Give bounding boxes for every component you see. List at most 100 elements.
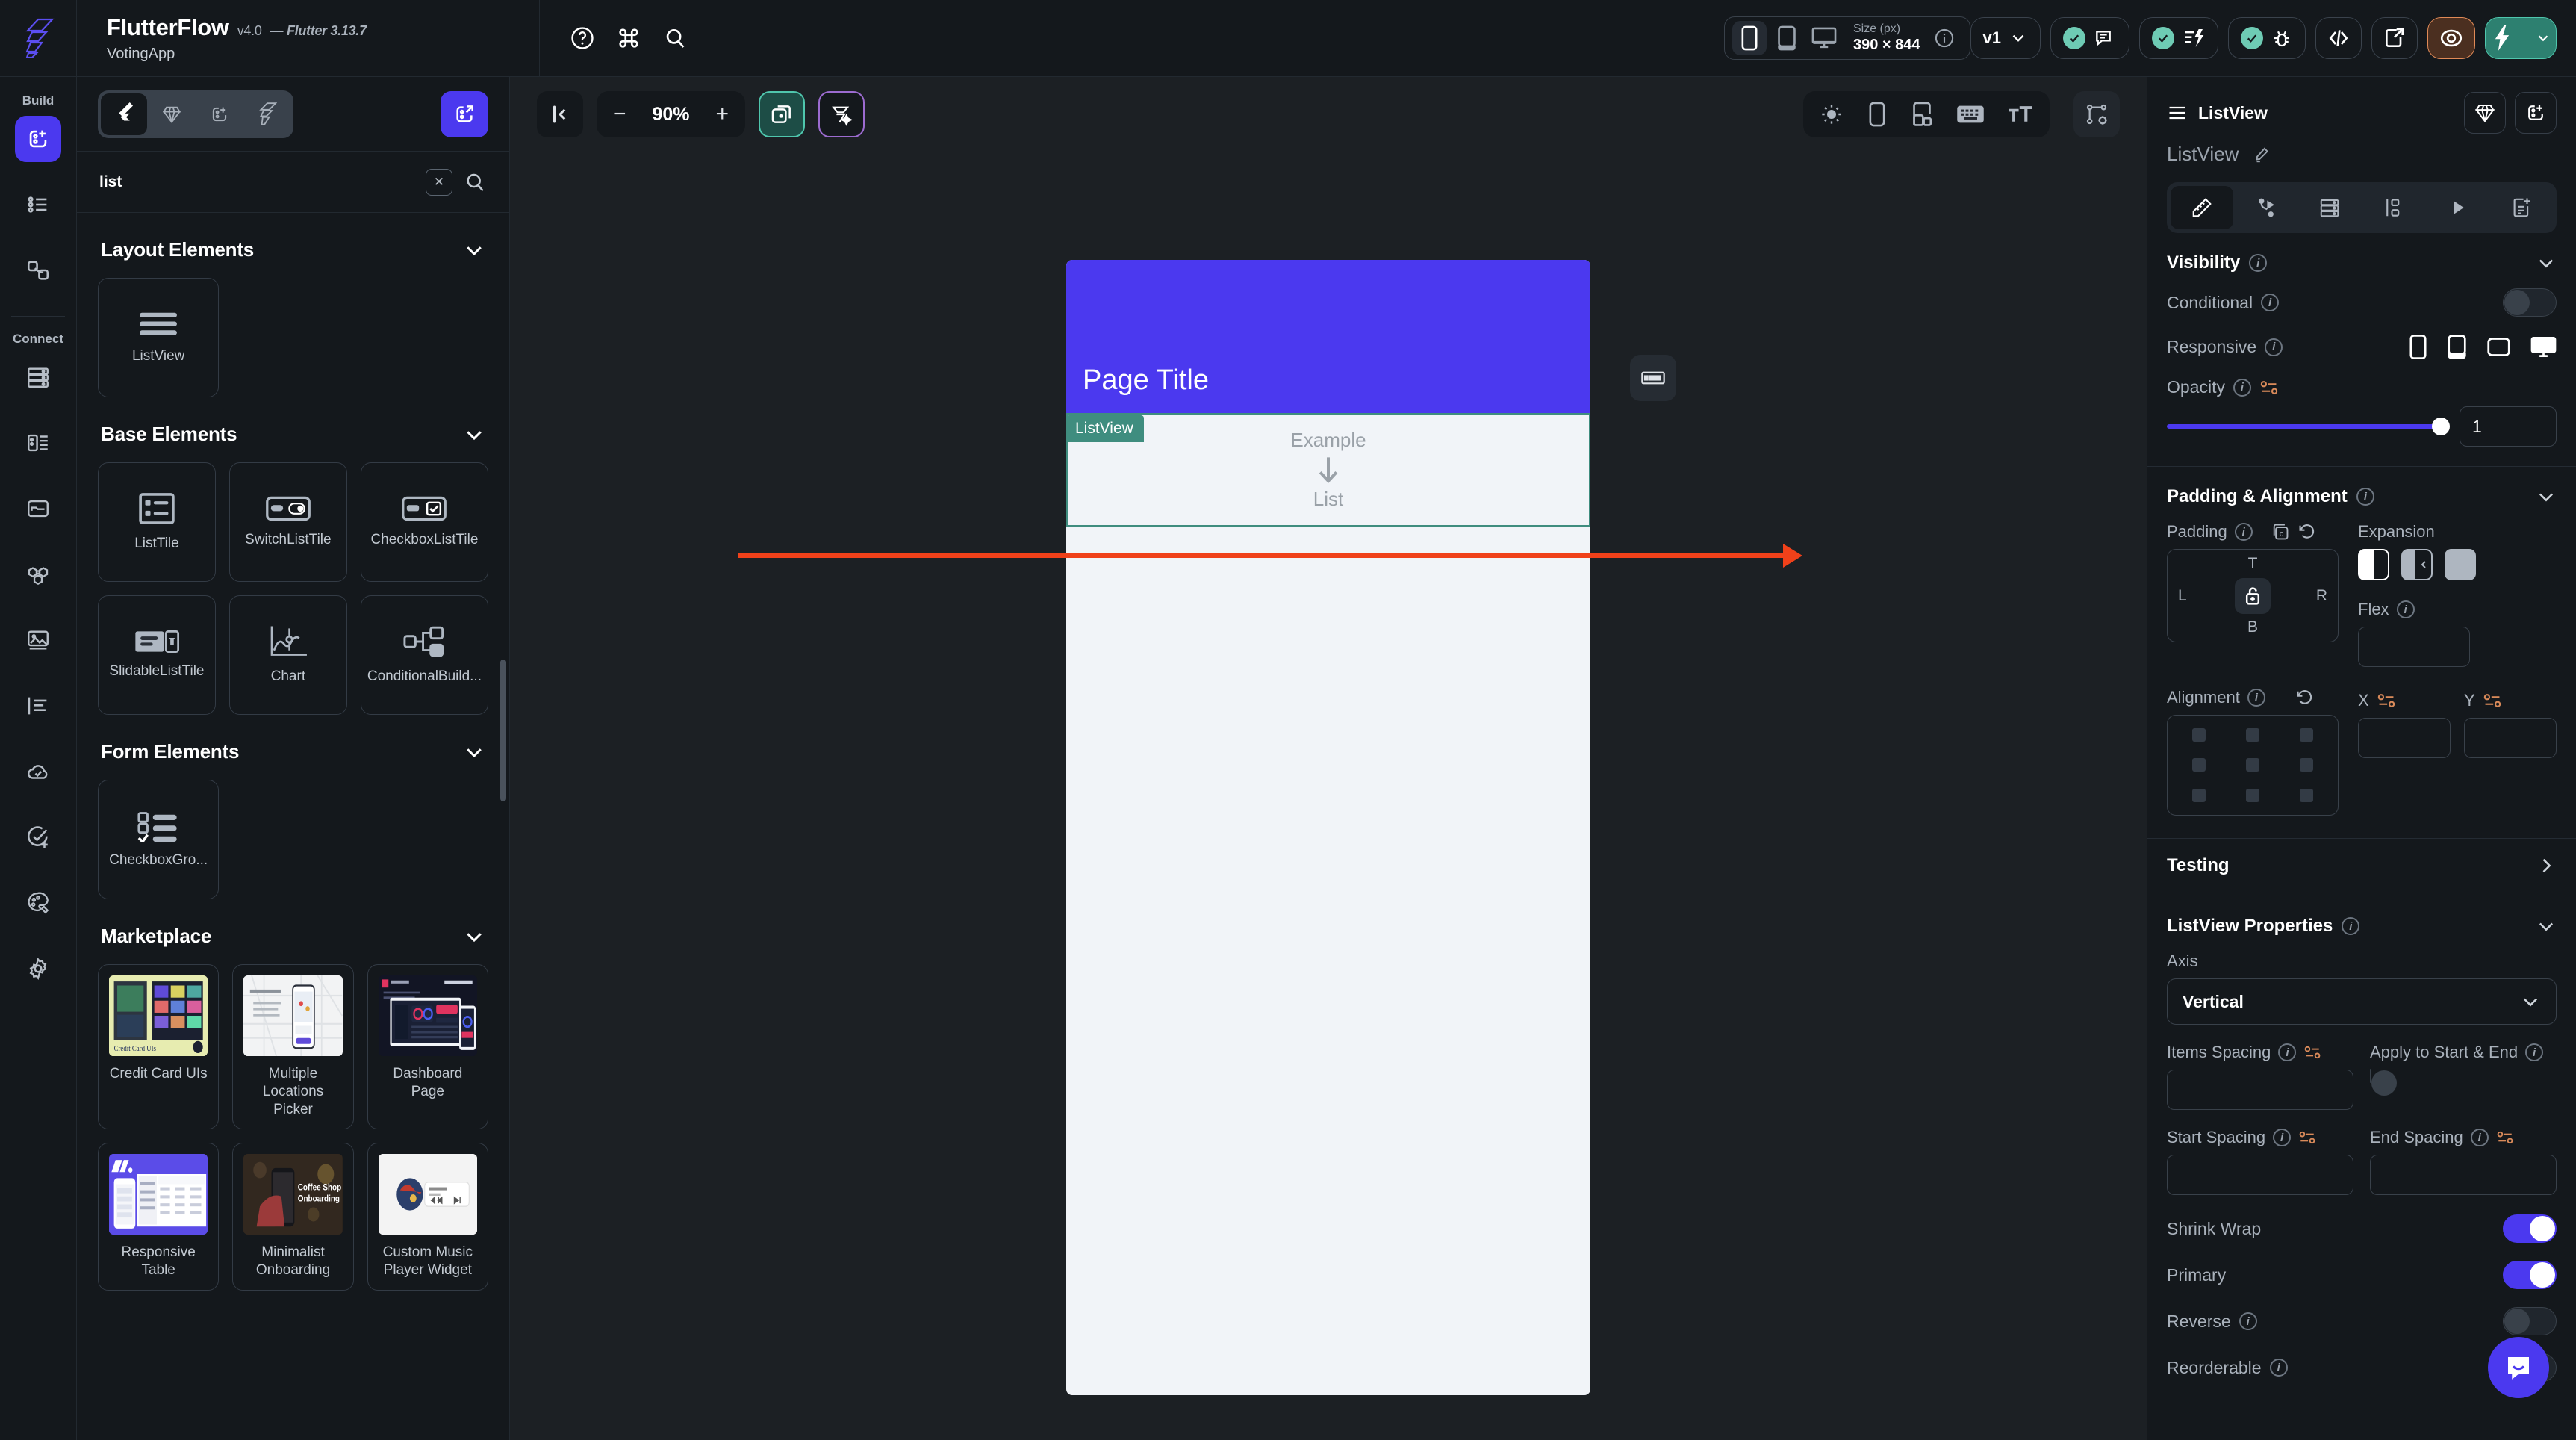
tab-properties[interactable] [2171, 186, 2233, 229]
responsive-desktop-icon[interactable] [2530, 335, 2557, 359]
widget-card-switchlisttile[interactable]: SwitchListTile [228, 462, 347, 582]
phone-icon[interactable] [1867, 102, 1887, 127]
add-child-widget-button[interactable] [2515, 92, 2557, 134]
align-cell[interactable] [2300, 728, 2313, 742]
expansion-expanded-button[interactable] [2445, 549, 2476, 580]
padding-bottom-label[interactable]: B [2247, 618, 2258, 636]
widget-card-slidablelisttile[interactable]: SlidableListTile [98, 595, 216, 715]
padding-right-label[interactable]: R [2316, 587, 2327, 605]
info-icon[interactable]: i [2278, 1043, 2297, 1061]
debug-button[interactable] [2228, 17, 2306, 59]
hamburger-icon[interactable] [2167, 102, 2188, 123]
sidebar-item-navigation[interactable] [15, 247, 61, 294]
widget-source-segments[interactable] [98, 90, 293, 138]
chevron-down-icon[interactable] [463, 423, 485, 446]
variable-binding-icon[interactable] [2298, 1130, 2316, 1145]
widget-panel-scrollbar[interactable] [500, 660, 506, 801]
add-frame-button[interactable] [759, 91, 806, 137]
info-icon[interactable]: i [2470, 1129, 2489, 1146]
align-y-input[interactable] [2464, 718, 2557, 758]
reset-icon[interactable] [2295, 688, 2315, 707]
sun-icon[interactable] [1820, 102, 1844, 126]
testing-section-header[interactable]: Testing [2167, 855, 2557, 876]
variable-binding-icon[interactable] [2496, 1130, 2514, 1145]
widget-card-checkboxlisttile[interactable]: CheckboxListTile [360, 462, 488, 582]
padding-section-header[interactable]: Padding & Alignment i [2167, 486, 2557, 507]
align-cell[interactable] [2192, 788, 2206, 802]
sidebar-item-widget-tree[interactable] [15, 116, 61, 162]
phone-preview[interactable]: Page Title ListView Example List [1066, 260, 1590, 1395]
split-view-icon[interactable] [1911, 102, 1933, 127]
info-icon[interactable]: i [2525, 1043, 2544, 1061]
chevron-down-icon[interactable] [463, 239, 485, 261]
align-cell[interactable] [2246, 728, 2259, 742]
alignment-grid[interactable] [2167, 715, 2339, 816]
info-icon[interactable]: i [2273, 1129, 2292, 1146]
info-icon[interactable]: i [2396, 600, 2415, 618]
branch-selector[interactable]: v1 [1970, 17, 2041, 59]
convert-to-component-button[interactable] [2464, 92, 2506, 134]
canvas-stage[interactable]: Page Title ListView Example List [510, 152, 2147, 1440]
info-icon[interactable]: i [2261, 294, 2280, 311]
info-icon[interactable]: i [2342, 917, 2360, 935]
variable-binding-icon[interactable] [2483, 692, 2502, 709]
canvas-settings-button[interactable] [2073, 91, 2120, 137]
sidebar-item-theme[interactable] [15, 880, 61, 926]
add-widget-button[interactable] [441, 90, 488, 137]
widget-card-chart[interactable]: Chart [228, 595, 347, 715]
sidebar-item-integrations[interactable] [15, 551, 61, 598]
sidebar-item-content[interactable] [15, 420, 61, 466]
padding-left-label[interactable]: L [2178, 587, 2187, 605]
chevron-down-icon[interactable] [2536, 252, 2557, 273]
align-cell[interactable] [2246, 788, 2259, 802]
device-size-group[interactable]: Size (px) 390 × 844 [1723, 16, 1970, 60]
align-cell[interactable] [2300, 788, 2313, 802]
command-icon[interactable] [616, 25, 641, 51]
info-icon[interactable]: i [2265, 338, 2283, 356]
zoom-in-button[interactable]: + [716, 103, 729, 125]
info-icon[interactable]: i [2269, 1359, 2288, 1377]
shrink-wrap-toggle[interactable] [2503, 1214, 2557, 1243]
segment-flutter[interactable] [101, 93, 147, 135]
align-x-input[interactable] [2358, 718, 2451, 758]
tab-actions[interactable] [2235, 186, 2297, 229]
info-icon[interactable]: i [2234, 523, 2253, 541]
chevron-down-icon[interactable] [2536, 486, 2557, 507]
widget-card-checkboxgroup[interactable]: CheckboxGro... [98, 780, 220, 899]
tab-documentation[interactable] [2490, 186, 2553, 229]
text-size-icon[interactable] [2008, 104, 2033, 125]
size-info-icon[interactable] [1934, 28, 1955, 49]
collapse-left-button[interactable] [537, 91, 583, 137]
marketplace-card[interactable]: Multiple Locations Picker [232, 964, 354, 1130]
info-icon[interactable]: i [2356, 488, 2374, 506]
padding-top-label[interactable]: T [2248, 555, 2258, 573]
code-button[interactable] [2315, 17, 2362, 59]
opacity-value[interactable]: 1 [2460, 406, 2557, 447]
widget-card-listview[interactable]: ListView [98, 278, 220, 397]
performance-button[interactable] [2139, 17, 2218, 59]
chevron-down-icon[interactable] [463, 741, 485, 763]
apply-start-end-toggle[interactable] [2370, 1069, 2397, 1096]
zoom-control[interactable]: − 90% + [597, 91, 746, 137]
widget-search-row[interactable]: ✕ [77, 152, 509, 213]
segment-components[interactable] [149, 93, 195, 135]
reset-icon[interactable] [2297, 522, 2317, 541]
responsive-phone-landscape-icon[interactable] [2447, 335, 2467, 359]
marketplace-card[interactable]: Coffee Shop Onboarding Minimalist Onboar… [232, 1143, 354, 1291]
appbar-toggle-button[interactable] [1630, 355, 1676, 401]
variable-binding-icon[interactable] [2303, 1045, 2321, 1060]
copy-c-icon[interactable]: c [2271, 522, 2290, 541]
sidebar-item-page-list[interactable] [15, 181, 61, 228]
marketplace-card[interactable]: Responsive Table [98, 1143, 220, 1291]
help-circle-icon[interactable] [570, 25, 595, 51]
tab-animations[interactable] [2427, 186, 2489, 229]
ai-assist-button[interactable] [818, 91, 865, 137]
info-icon[interactable]: i [2239, 1312, 2257, 1330]
clear-x-icon[interactable]: ✕ [426, 168, 452, 196]
properties-tab-bar[interactable] [2167, 182, 2557, 233]
chevron-down-icon[interactable] [463, 925, 485, 948]
opacity-slider[interactable] [2167, 418, 2450, 435]
deploy-button[interactable] [2371, 17, 2418, 59]
items-spacing-input[interactable] [2167, 1070, 2353, 1110]
search-icon[interactable] [463, 170, 487, 194]
